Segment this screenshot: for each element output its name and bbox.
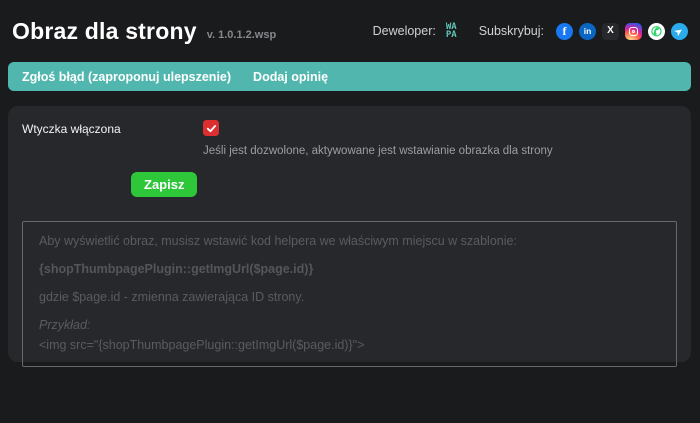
add-review-link[interactable]: Dodaj opinię <box>253 70 328 84</box>
telegram-plane-glyph: ➤ <box>673 26 684 38</box>
whatsapp-icon[interactable]: ✆ <box>648 23 665 40</box>
developer-label: Deweloper: <box>373 24 436 38</box>
linkedin-icon[interactable]: in <box>579 23 596 40</box>
example-code-text: <img src="{shopThumbpagePlugin::getImgUr… <box>39 338 660 353</box>
checkmark-icon <box>206 123 217 134</box>
instagram-icon[interactable] <box>625 23 642 40</box>
example-label: Przykład: <box>39 318 660 333</box>
helper-code-box: Aby wyświetlić obraz, musisz wstawić kod… <box>22 221 677 367</box>
header: Obraz dla strony v. 1.0.1.2.wsp Dewelope… <box>0 0 700 60</box>
plugin-enabled-description: Jeśli jest dozwolone, aktywowane jest ws… <box>203 145 677 157</box>
helper-code-text: {shopThumbpagePlugin::getImgUrl($page.id… <box>39 262 660 277</box>
social-links: f in X ✆ ➤ <box>556 23 688 40</box>
developer-logo-line2: PA <box>446 31 457 39</box>
facebook-icon[interactable]: f <box>556 23 573 40</box>
helper-intro-text: Aby wyświetlić obraz, musisz wstawić kod… <box>39 234 660 249</box>
version-label: v. 1.0.1.2.wsp <box>207 29 277 41</box>
save-button[interactable]: Zapisz <box>131 172 197 197</box>
developer-logo[interactable]: WA PA <box>446 23 457 39</box>
page-title: Obraz dla strony <box>12 18 197 45</box>
report-bug-link[interactable]: Zgłoś błąd (zaproponuj ulepszenie) <box>22 70 231 84</box>
plugin-enabled-row: Wtyczka włączona Jeśli jest dozwolone, a… <box>22 120 677 157</box>
helper-explanation-text: gdzie $page.id - zmienna zawierająca ID … <box>39 290 660 305</box>
plugin-enabled-checkbox[interactable] <box>203 120 219 136</box>
telegram-icon[interactable]: ➤ <box>671 23 688 40</box>
action-navbar: Zgłoś błąd (zaproponuj ulepszenie) Dodaj… <box>8 62 691 91</box>
subscribe-label: Subskrybuj: <box>479 24 544 38</box>
settings-panel: Wtyczka włączona Jeśli jest dozwolone, a… <box>8 106 691 362</box>
x-twitter-icon[interactable]: X <box>602 23 619 40</box>
instagram-camera-glyph <box>629 27 638 36</box>
plugin-enabled-label: Wtyczka włączona <box>22 120 203 136</box>
